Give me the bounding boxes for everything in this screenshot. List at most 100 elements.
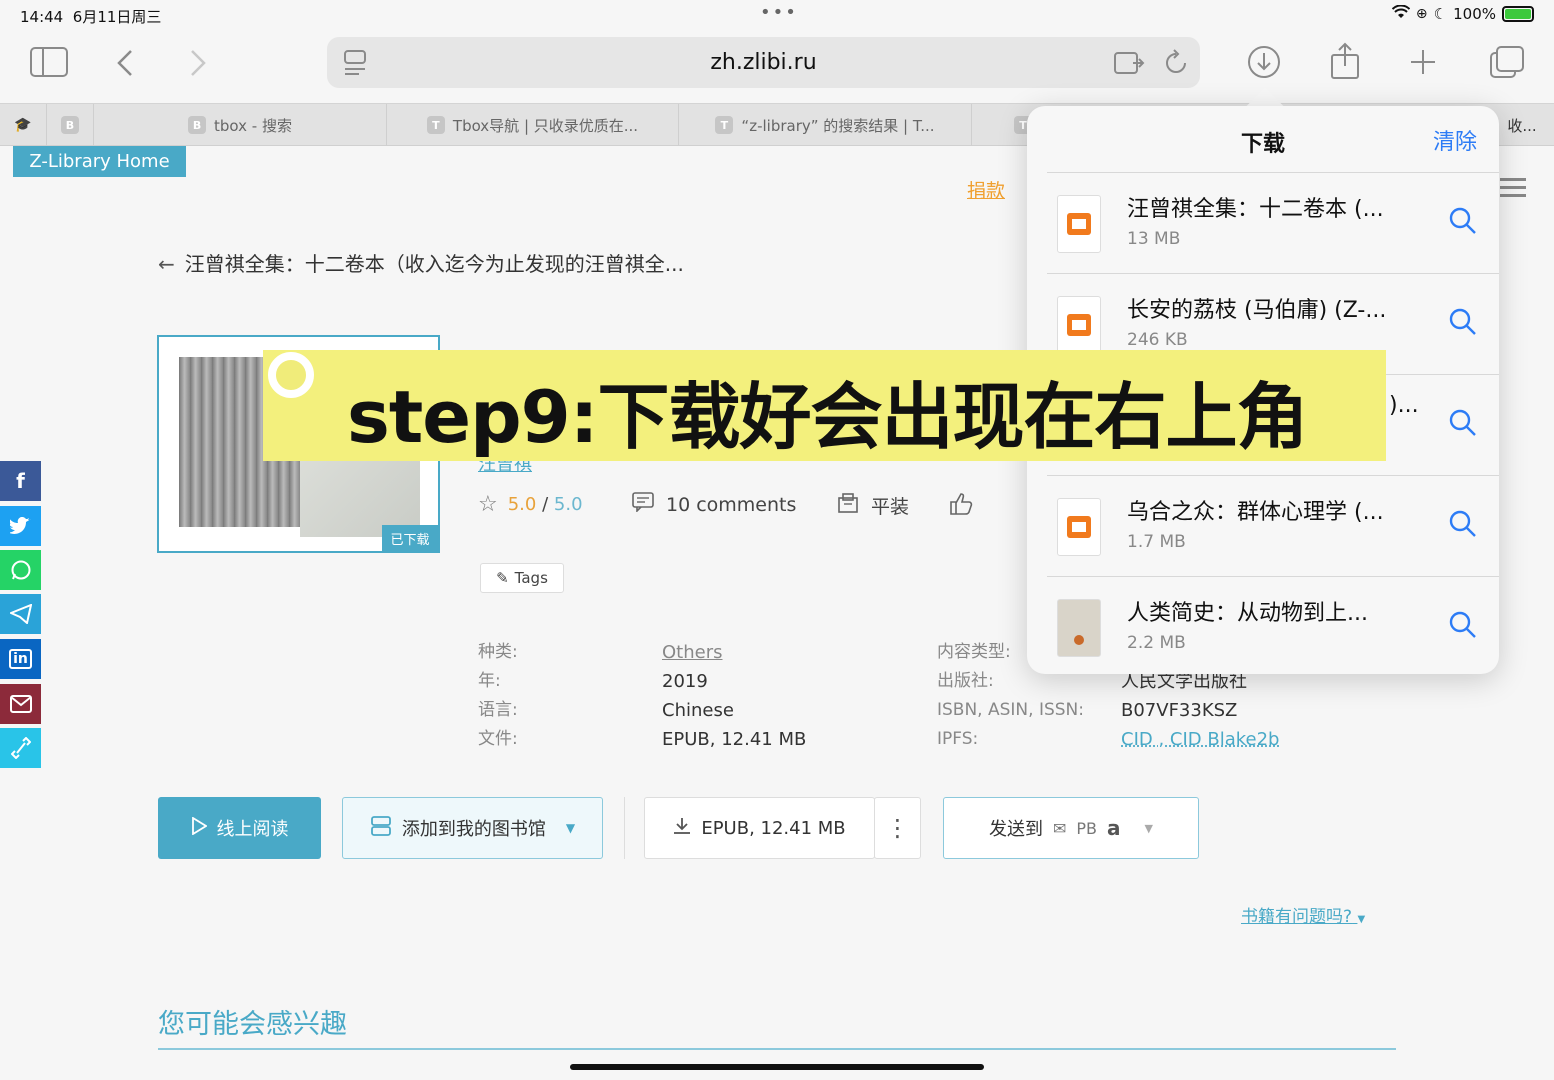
tags-button[interactable]: ✎ Tags [480, 563, 564, 593]
send-target-pb: PB [1076, 818, 1098, 838]
comments-link[interactable]: 10 comments [632, 492, 796, 517]
twitter-icon[interactable] [0, 506, 41, 546]
download-item[interactable]: 人类简史：从动物到上... 2.2 MB [1047, 576, 1499, 677]
box-icon [837, 492, 859, 519]
properties-left-values: Others 2019 Chinese EPUB, 12.41 MB [662, 638, 806, 754]
facebook-icon[interactable]: f [0, 461, 41, 501]
chevron-down-icon: ▼ [1357, 914, 1366, 925]
home-indicator[interactable] [570, 1064, 984, 1070]
read-online-button[interactable]: 线上阅读 [158, 797, 321, 859]
tab-favicon: B [188, 116, 207, 134]
downloads-icon[interactable] [1246, 44, 1282, 84]
search-icon[interactable] [1449, 207, 1477, 239]
address-bar[interactable]: zh.zlibi.ru [327, 37, 1200, 88]
prop-label: 语言: [478, 700, 518, 720]
add-to-library-button[interactable]: 添加到我的图书馆 ▼ [342, 797, 603, 859]
tab-pinned-b[interactable]: B [47, 104, 94, 146]
copy-link-icon[interactable] [0, 728, 41, 768]
tab-pinned-zlib[interactable]: 🎓 [0, 104, 47, 146]
clear-downloads-button[interactable]: 清除 [1433, 124, 1477, 156]
book-issue-link[interactable]: 书籍有问题吗? ▼ [1241, 902, 1365, 927]
zlibrary-home-button[interactable]: Z-Library Home [13, 146, 186, 177]
add-to-library-label: 添加到我的图书馆 [401, 819, 546, 840]
sidebar-toggle-icon[interactable] [30, 47, 68, 84]
telegram-icon[interactable] [0, 594, 41, 634]
menu-icon[interactable] [1500, 178, 1526, 202]
tab-tbox-nav[interactable]: T Tbox导航 | 只收录优质在... [387, 104, 679, 146]
tab-tbox-search[interactable]: B tbox - 搜索 [94, 104, 387, 146]
download-item[interactable]: 乌合之众：群体心理学 (... 1.7 MB [1047, 475, 1499, 576]
download-epub-button[interactable]: EPUB, 12.41 MB [644, 797, 875, 859]
lock-rotation-icon: ⊕ [1415, 6, 1428, 22]
download-epub-label: EPUB, 12.41 MB [701, 817, 846, 839]
download-size: 13 MB [1127, 229, 1181, 249]
download-name: 汪曾祺全集：十二卷本 (... [1127, 197, 1384, 222]
search-icon[interactable] [1449, 308, 1477, 340]
donate-link[interactable]: 捐款 [967, 176, 1005, 203]
download-item[interactable]: 汪曾祺全集：十二卷本 (... 13 MB [1047, 172, 1499, 273]
tabs-overview-icon[interactable] [1489, 45, 1525, 83]
pencil-icon: ✎ [496, 569, 509, 587]
send-to-label: 发送到 [989, 819, 1043, 840]
properties-right-values: 人民文学出版社 B07VF33KSZ CID , CID Blake2b [1121, 667, 1279, 754]
tab-zlib-search[interactable]: T “z-library” 的搜索结果 | T... [679, 104, 972, 146]
download-icon [673, 817, 691, 840]
properties-left-labels: 种类: 年: 语言: 文件: [478, 638, 518, 754]
arrow-left-icon[interactable]: ← [158, 252, 175, 276]
tab-label: “z-library” 的搜索结果 | T... [741, 116, 935, 135]
multitasking-dots[interactable]: ••• [760, 2, 798, 23]
linkedin-icon[interactable]: in [0, 639, 41, 679]
tab-favicon: B [61, 116, 79, 134]
download-size: 2.2 MB [1127, 633, 1186, 653]
new-tab-icon[interactable] [1409, 48, 1437, 80]
read-online-label: 线上阅读 [216, 819, 289, 840]
book-file-icon [1057, 296, 1101, 354]
thumbs-up-icon[interactable] [949, 492, 973, 521]
status-bar: 14:44 6月11日周三 ••• ⊕ ☾ 100% [0, 0, 1554, 32]
url-text[interactable]: zh.zlibi.ru [327, 50, 1200, 75]
prop-label: IPFS: [937, 729, 979, 749]
back-button[interactable] [115, 48, 135, 82]
like-button[interactable] [949, 492, 973, 521]
share-icon[interactable] [1329, 42, 1361, 84]
send-to-button[interactable]: 发送到 ✉ PB a ▼ [943, 797, 1199, 859]
download-name: 人类简史：从动物到上... [1127, 601, 1368, 626]
download-size: 1.7 MB [1127, 532, 1186, 552]
book-rating[interactable]: ☆ 5.0 / 5.0 [478, 492, 583, 517]
status-indicators: ⊕ ☾ 100% [1391, 4, 1534, 23]
reader-extension-icon[interactable] [1113, 51, 1145, 79]
language-value: Chinese [662, 700, 734, 721]
mail-icon: ✉ [1053, 818, 1067, 838]
forward-button[interactable] [188, 48, 208, 82]
button-divider [624, 797, 625, 859]
tab-last[interactable]: 收... [1490, 104, 1554, 146]
tab-favicon: T [715, 116, 734, 134]
rating-value: 5.0 [507, 494, 537, 515]
ipfs-links[interactable]: CID , CID Blake2b [1121, 725, 1279, 754]
tab-favicon: T [426, 116, 445, 134]
category-link[interactable]: Others [662, 638, 806, 667]
status-time: 14:44 6月11日周三 [20, 8, 162, 26]
download-name: )... [1389, 393, 1419, 418]
tab-label: 收... [1507, 116, 1537, 135]
download-name: 长安的荔枝 (马伯庸) (Z-... [1127, 298, 1387, 323]
book-breadcrumb[interactable]: ← 汪曾祺全集：十二卷本（收入迄今为止发现的汪曾祺全... [158, 248, 684, 277]
download-size: 246 KB [1127, 330, 1188, 350]
search-icon[interactable] [1449, 510, 1477, 542]
prop-label: 年: [478, 671, 501, 691]
search-icon[interactable] [1449, 409, 1477, 441]
more-formats-button[interactable]: ⋮ [874, 797, 921, 859]
year-value: 2019 [662, 671, 708, 692]
file-value: EPUB, 12.41 MB [662, 729, 807, 750]
search-icon[interactable] [1449, 611, 1477, 643]
prop-label: 文件: [478, 729, 518, 749]
email-icon[interactable] [0, 684, 41, 724]
tags-label: Tags [514, 569, 548, 587]
isbn-value: B07VF33KSZ [1121, 700, 1238, 721]
star-icon[interactable]: ☆ [478, 492, 498, 517]
reload-icon[interactable] [1163, 49, 1189, 81]
binding-info: 平装 [837, 492, 909, 519]
whatsapp-icon[interactable] [0, 550, 41, 590]
binding-label: 平装 [871, 496, 910, 518]
comment-icon [632, 492, 654, 517]
